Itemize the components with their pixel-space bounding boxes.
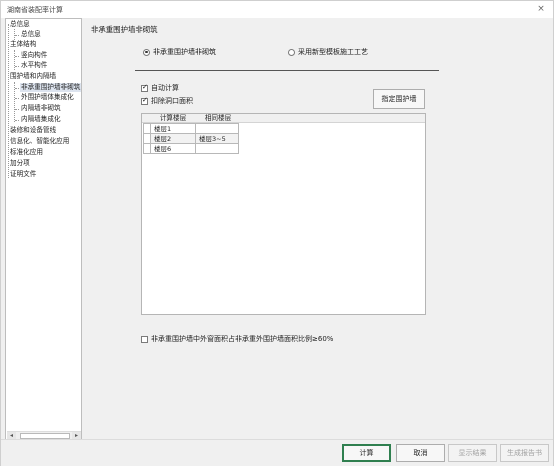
- main-panel: 非承重围护墙非砌筑 非承重围护墙非砌筑 采用新型模板施工工艺 自动计算 扣除洞口…: [85, 18, 552, 439]
- tree-item-standardization[interactable]: 标准化应用: [10, 148, 43, 157]
- radio-label: 非承重围护墙非砌筑: [153, 48, 216, 56]
- tree-connector: [15, 35, 19, 36]
- checkbox-label: 扣除洞口面积: [151, 97, 193, 105]
- checkbox-label: 非承重围护墙中外窗面积占非承重外围护墙面积比例≥60%: [151, 335, 334, 343]
- tree-connector: [15, 120, 19, 121]
- navigation-tree: 总信息 总信息 主体结构 竖向构件 水平构件 围护墙和内隔墙 非承重围护墙非砌筑…: [5, 18, 82, 442]
- tree-item-information-intelligence[interactable]: 信息化、智能化应用: [10, 137, 69, 146]
- floor-grid: 计算楼层 相同楼层 楼层1 楼层2 楼层3~5 楼层6: [141, 113, 426, 315]
- checkbox-label: 自动计算: [151, 84, 179, 92]
- tree-item-bonus[interactable]: 加分项: [10, 159, 30, 168]
- tree-item-vertical-members[interactable]: 竖向构件: [21, 51, 47, 60]
- radio-new-formwork[interactable]: 采用新型模板施工工艺: [288, 47, 368, 57]
- tree-item-certificates[interactable]: 证明文件: [10, 170, 36, 179]
- title-bar: 湖南省装配率计算 ×: [1, 1, 553, 18]
- radio-nonbearing-nonmasonry[interactable]: 非承重围护墙非砌筑: [143, 47, 216, 57]
- show-result-button[interactable]: 显示结果: [448, 444, 497, 462]
- tree-item-partition-nonmasonry[interactable]: 内隔墙非砌筑: [21, 104, 61, 113]
- tree-connector: [15, 98, 19, 99]
- tree-item-decoration-pipelines[interactable]: 装修和设备管线: [10, 126, 56, 135]
- tree-connector: [15, 66, 19, 67]
- column-header-same-floor: 相同楼层: [204, 114, 232, 122]
- grid-header: 计算楼层 相同楼层: [142, 114, 425, 123]
- calculate-button[interactable]: 计算: [342, 444, 391, 462]
- checkbox-checked-icon[interactable]: [141, 83, 148, 92]
- checkbox-checked-icon[interactable]: [141, 96, 148, 105]
- cell-calc-floor[interactable]: 楼层6: [150, 143, 196, 154]
- tree-item-horizontal-members[interactable]: 水平构件: [21, 61, 47, 70]
- auto-calc-checkbox[interactable]: 自动计算: [141, 83, 179, 93]
- app-window: 湖南省装配率计算 × 总信息 总信息 主体结构 竖向构件 水平构件 围护墙和内隔…: [0, 0, 554, 466]
- tree-item-nonbearing-wall[interactable]: 非承重围护墙非砌筑: [20, 83, 82, 92]
- tree-item-general-info[interactable]: 总信息: [21, 30, 41, 39]
- deduct-openings-checkbox[interactable]: 扣除洞口面积: [141, 96, 193, 106]
- tree-connector: [8, 24, 9, 178]
- tree-connector: [15, 88, 19, 89]
- section-title: 非承重围护墙非砌筑: [91, 25, 158, 34]
- generate-report-button[interactable]: 生成报告书: [500, 444, 549, 462]
- tree-item-general[interactable]: 总信息: [10, 20, 30, 29]
- window-ratio-checkbox[interactable]: 非承重围护墙中外窗面积占非承重外围护墙面积比例≥60%: [141, 334, 333, 344]
- close-icon[interactable]: ×: [531, 1, 551, 17]
- cancel-button[interactable]: 取消: [396, 444, 445, 462]
- action-bar: 计算 取消 显示结果 生成报告书: [1, 439, 553, 466]
- tree-item-partition-integration[interactable]: 内隔墙集成化: [21, 115, 61, 124]
- checkbox-unchecked-icon[interactable]: [141, 335, 148, 343]
- window-title: 湖南省装配率计算: [7, 6, 63, 14]
- column-header-calc-floor: 计算楼层: [159, 114, 187, 122]
- radio-selected-icon[interactable]: [143, 48, 150, 56]
- tree-connector: [15, 56, 19, 57]
- tree-item-enclosure-walls[interactable]: 围护墙和内隔墙: [10, 72, 56, 81]
- tree-item-exterior-wall-integration[interactable]: 外围护墙体集成化: [21, 93, 74, 102]
- tree-item-main-structure[interactable]: 主体结构: [10, 40, 36, 49]
- tree-connector: [14, 50, 15, 70]
- radio-unselected-icon[interactable]: [288, 48, 295, 56]
- cell-same-floor[interactable]: [195, 143, 239, 154]
- divider: [135, 70, 439, 71]
- assign-wall-button[interactable]: 指定围护墙: [373, 89, 425, 109]
- radio-label: 采用新型模板施工工艺: [298, 48, 368, 56]
- tree-connector: [15, 109, 19, 110]
